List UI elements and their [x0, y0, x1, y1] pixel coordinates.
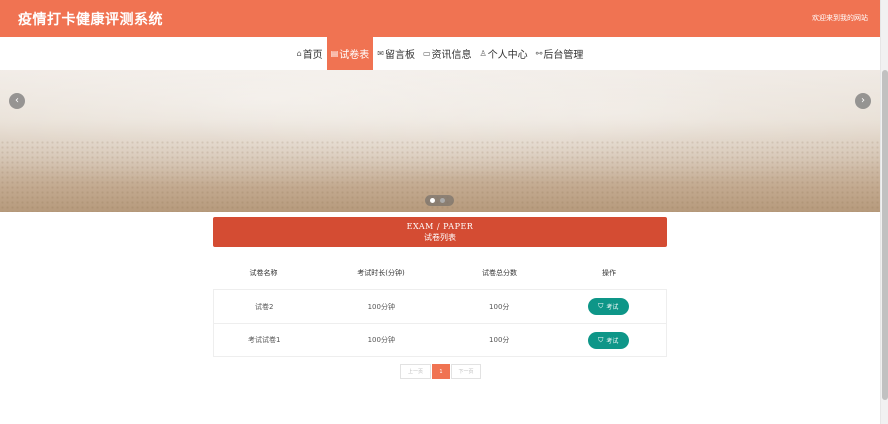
table-body: 试卷2 100分钟 100分 ⛉ 考试 考试试卷1 100分钟 100分 ⛉ 考… — [213, 289, 667, 357]
section-title-en: EXAM / PAPER — [406, 222, 474, 231]
carousel-next-button[interactable]: › — [855, 93, 871, 109]
cell-action: ⛉ 考试 — [551, 290, 666, 323]
column-header-action: 操作 — [602, 268, 616, 277]
mail-icon: ✉ — [377, 49, 384, 58]
next-page-button[interactable]: 下一页 — [451, 364, 481, 379]
column-header-duration: 考试时长(分钟) — [357, 268, 405, 277]
carousel-prev-button[interactable]: ‹ — [9, 93, 25, 109]
start-exam-label: 考试 — [606, 337, 619, 345]
main-nav: ⌂ 首页 ▤ 试卷表 ✉ 留言板 ▭ 资讯信息 ♙ 个人中心 ⚯ 后台管理 — [0, 37, 880, 70]
nav-item-label: 留言板 — [384, 50, 415, 61]
cell-duration: 100分钟 — [367, 336, 395, 344]
shield-check-icon: ⛉ — [598, 335, 604, 344]
chevron-left-icon: ‹ — [15, 95, 19, 106]
nav-item-home[interactable]: ⌂ 首页 — [293, 37, 327, 70]
column-header-name: 试卷名称 — [249, 268, 278, 277]
nav-item-label: 首页 — [302, 50, 323, 61]
page-scrollbar[interactable] — [880, 0, 888, 424]
start-exam-label: 考试 — [606, 304, 619, 311]
nav-item-news[interactable]: ▭ 资讯信息 — [419, 37, 476, 70]
site-title: 疫情打卡健康评测系统 — [18, 12, 163, 28]
start-exam-button[interactable]: ⛉ 考试 — [587, 331, 629, 349]
cell-duration: 100分钟 — [367, 302, 395, 311]
nav-item-label: 个人中心 — [487, 50, 528, 61]
chevron-right-icon: › — [861, 95, 865, 106]
column-header-score: 试卷总分数 — [482, 268, 517, 277]
carousel-dot-1[interactable] — [430, 198, 435, 203]
welcome-text: 欢迎来到我的网站 — [812, 14, 868, 22]
carousel-indicators — [425, 195, 454, 206]
page: 疫情打卡健康评测系统 欢迎来到我的网站 ⌂ 首页 ▤ 试卷表 ✉ 留言板 ▭ 资… — [0, 0, 880, 424]
pagination: 上一页 1 下一页 — [400, 364, 481, 379]
nav-item-message-board[interactable]: ✉ 留言板 — [373, 37, 419, 70]
link-icon: ⚯ — [535, 49, 543, 58]
nav-item-papers[interactable]: ▤ 试卷表 — [326, 37, 374, 70]
paper-table: 试卷名称 考试时长(分钟) 试卷总分数 操作 试卷2 100分钟 100分 ⛉ … — [213, 256, 667, 357]
table-row: 考试试卷1 100分钟 100分 ⛉ 考试 — [214, 323, 666, 356]
cell-action: ⛉ 考试 — [551, 324, 666, 356]
prev-page-button[interactable]: 上一页 — [400, 364, 431, 379]
cell-paper-name: 试卷2 — [255, 302, 274, 311]
banner-carousel: ‹ › — [0, 70, 880, 212]
nav-item-label: 试卷表 — [339, 50, 370, 61]
table-row: 试卷2 100分钟 100分 ⛉ 考试 — [214, 290, 666, 323]
carousel-dot-2[interactable] — [440, 198, 445, 203]
header: 疫情打卡健康评测系统 欢迎来到我的网站 — [0, 0, 880, 37]
user-icon: ♙ — [479, 49, 487, 58]
nav-item-label: 后台管理 — [543, 50, 584, 61]
cell-paper-name: 考试试卷1 — [248, 336, 281, 344]
nav-item-admin[interactable]: ⚯ 后台管理 — [532, 37, 588, 70]
section-title: EXAM / PAPER 试卷列表 — [213, 217, 667, 247]
scrollbar-thumb[interactable] — [882, 70, 888, 400]
cell-score: 100分 — [489, 302, 510, 311]
page-number-button[interactable]: 1 — [432, 364, 450, 379]
section-title-cn: 试卷列表 — [424, 233, 456, 242]
news-icon: ▭ — [422, 49, 431, 58]
cell-score: 100分 — [489, 336, 510, 344]
start-exam-button[interactable]: ⛉ 考试 — [587, 298, 629, 315]
home-icon: ⌂ — [296, 49, 302, 58]
nav-item-profile[interactable]: ♙ 个人中心 — [476, 37, 532, 70]
table-header: 试卷名称 考试时长(分钟) 试卷总分数 操作 — [213, 256, 667, 289]
nav-item-label: 资讯信息 — [431, 50, 472, 61]
shield-check-icon: ⛉ — [598, 302, 604, 310]
paper-icon: ▤ — [330, 49, 339, 58]
